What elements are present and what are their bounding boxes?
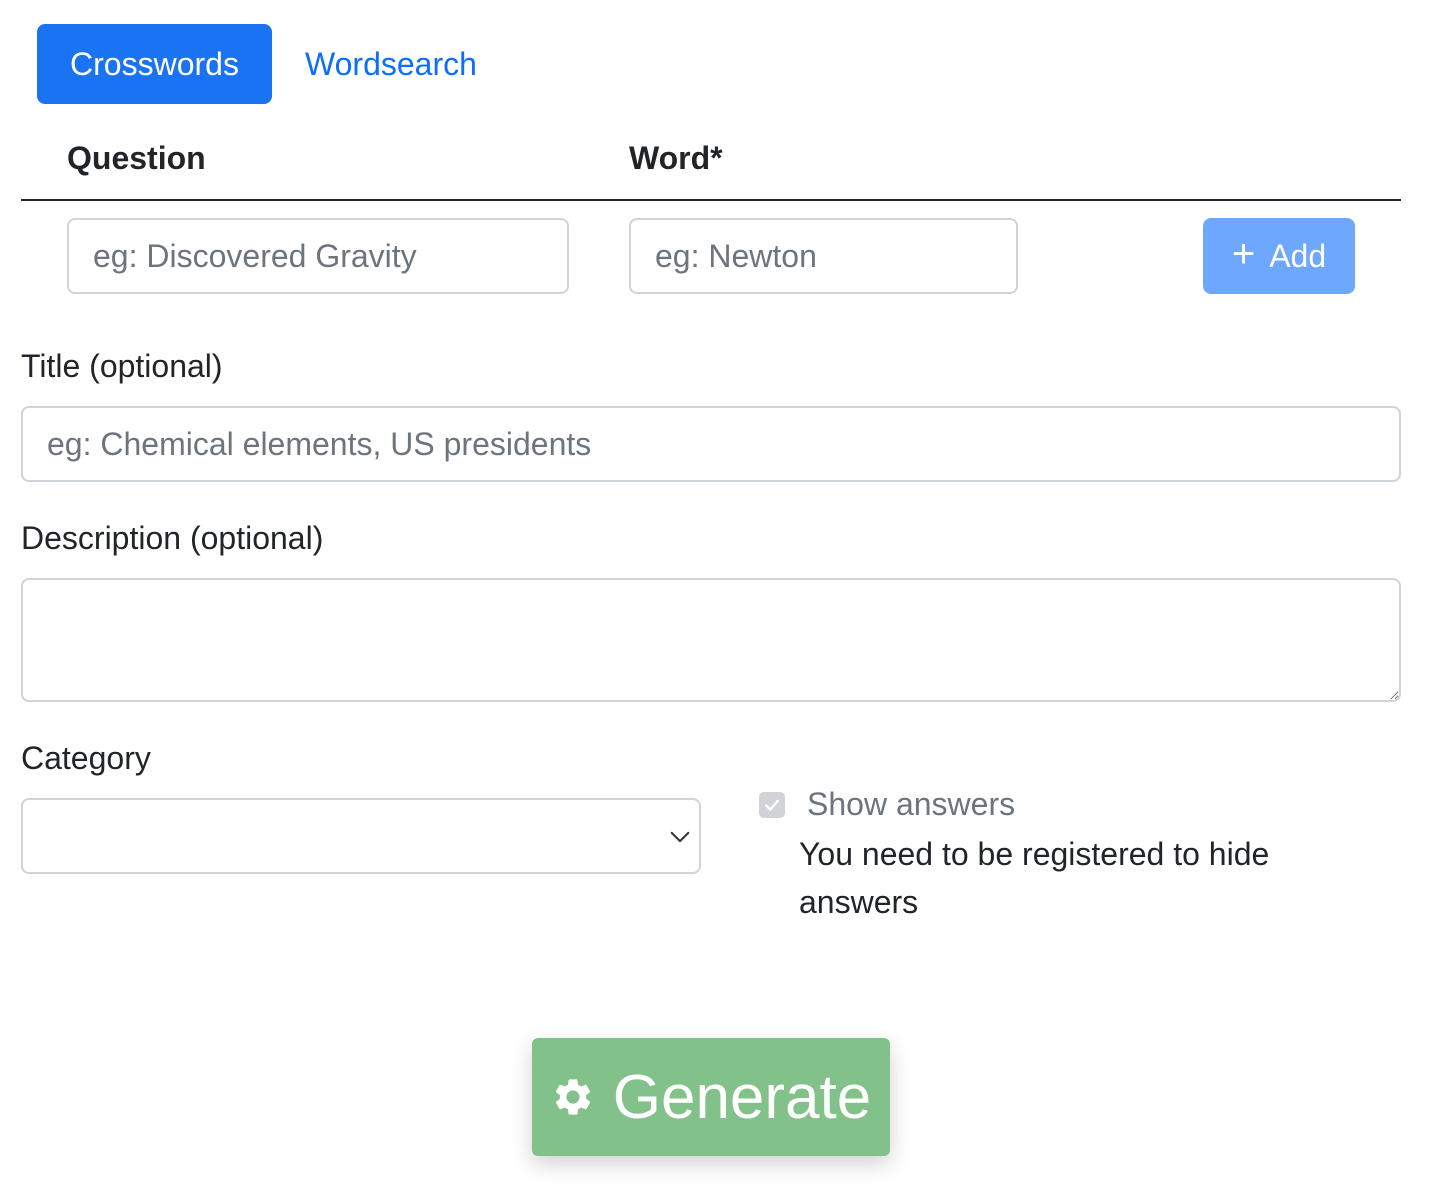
table-header-divider <box>21 199 1401 201</box>
title-label: Title (optional) <box>21 348 223 384</box>
question-input[interactable] <box>67 218 569 294</box>
show-answers-label: Show answers <box>807 786 1016 822</box>
plus-icon: + <box>1231 232 1256 276</box>
description-label: Description (optional) <box>21 520 324 556</box>
chevron-down-icon <box>670 831 690 843</box>
generate-button-label: Generate <box>612 1062 872 1132</box>
title-input[interactable] <box>21 406 1401 482</box>
tab-bar: Crosswords Wordsearch <box>37 24 510 104</box>
tab-crosswords[interactable]: Crosswords <box>37 24 272 104</box>
category-select[interactable] <box>21 798 701 874</box>
show-answers-checkbox[interactable] <box>759 792 785 818</box>
question-column-header: Question <box>67 140 206 176</box>
tab-wordsearch[interactable]: Wordsearch <box>272 24 510 104</box>
category-label: Category <box>21 740 151 776</box>
word-column-header: Word* <box>629 140 723 176</box>
show-answers-help-text: You need to be registered to hide answer… <box>799 836 1270 920</box>
word-input[interactable] <box>629 218 1018 294</box>
description-textarea[interactable] <box>21 578 1401 702</box>
add-button-label: Add <box>1269 237 1327 274</box>
add-button[interactable]: + Add <box>1203 218 1355 294</box>
generate-button[interactable]: Generate <box>532 1038 890 1156</box>
gear-icon <box>555 1079 590 1115</box>
checkmark-icon <box>765 799 779 811</box>
